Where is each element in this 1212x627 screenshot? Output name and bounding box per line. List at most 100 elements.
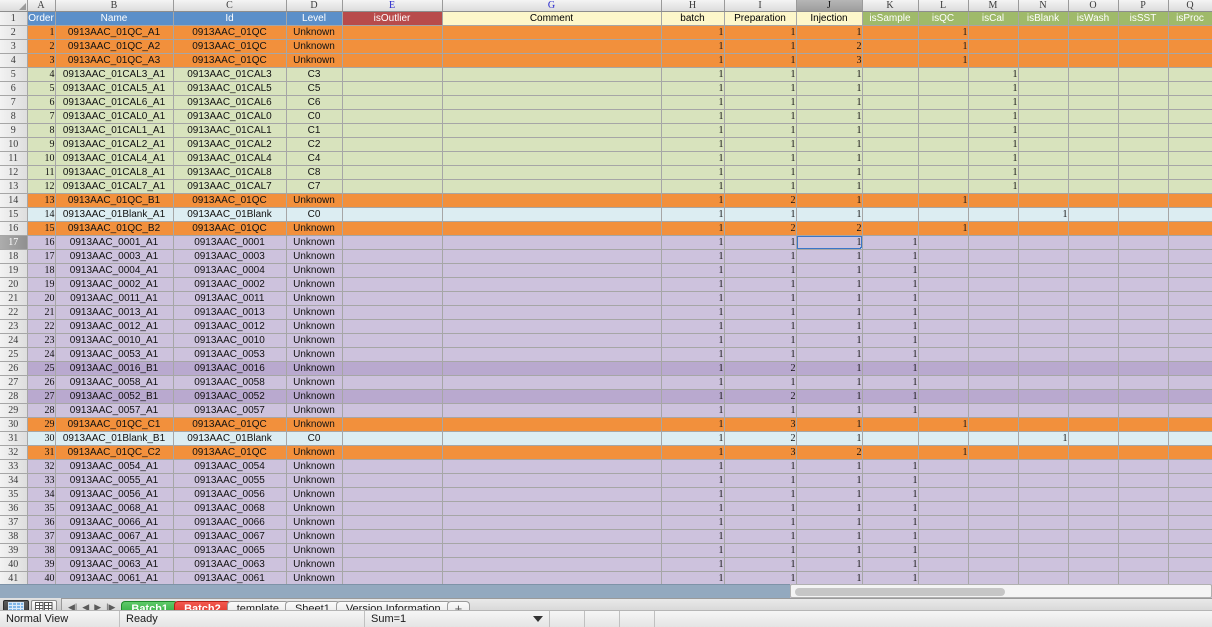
cell-preparation-22[interactable]: 1 (724, 305, 797, 320)
cell-name-14[interactable]: 0913AAC_01QC_B1 (55, 193, 174, 208)
cell-isSST-11[interactable] (1118, 151, 1169, 166)
cell-isQC-36[interactable] (918, 501, 969, 516)
cell-isSST-21[interactable] (1118, 291, 1169, 306)
cell-name-2[interactable]: 0913AAC_01QC_A1 (55, 25, 174, 40)
cell-comment-38[interactable] (442, 529, 662, 544)
cell-isCal-5[interactable]: 1 (968, 67, 1019, 82)
cell-order-34[interactable]: 33 (27, 473, 56, 488)
cell-preparation-3[interactable]: 1 (724, 39, 797, 54)
cell-isSample-35[interactable]: 1 (862, 487, 919, 502)
cell-isOutlier-31[interactable] (342, 431, 443, 446)
cell-comment-12[interactable] (442, 165, 662, 180)
cell-level-3[interactable]: Unknown (286, 39, 343, 54)
column-title-level[interactable]: Level (286, 11, 343, 26)
cell-batch-24[interactable]: 1 (661, 333, 725, 348)
cell-level-34[interactable]: Unknown (286, 473, 343, 488)
cell-batch-37[interactable]: 1 (661, 515, 725, 530)
cell-isQC-3[interactable]: 1 (918, 39, 969, 54)
cell-name-13[interactable]: 0913AAC_01CAL7_A1 (55, 179, 174, 194)
cell-isOutlier-33[interactable] (342, 459, 443, 474)
cell-comment-7[interactable] (442, 95, 662, 110)
cell-isBlank-30[interactable] (1018, 417, 1069, 432)
cell-id-24[interactable]: 0913AAC_0010 (173, 333, 287, 348)
cell-batch-4[interactable]: 1 (661, 53, 725, 68)
cell-isQC-18[interactable] (918, 249, 969, 264)
cell-comment-34[interactable] (442, 473, 662, 488)
cell-isProc-11[interactable] (1168, 151, 1212, 166)
column-title-batch[interactable]: batch (661, 11, 725, 26)
cell-isCal-38[interactable] (968, 529, 1019, 544)
cell-isOutlier-27[interactable] (342, 375, 443, 390)
cell-isSample-2[interactable] (862, 25, 919, 40)
cell-isQC-5[interactable] (918, 67, 969, 82)
cell-order-19[interactable]: 18 (27, 263, 56, 278)
cell-isSample-28[interactable]: 1 (862, 389, 919, 404)
cell-isQC-10[interactable] (918, 137, 969, 152)
row-header-29[interactable]: 29 (0, 403, 28, 418)
cell-batch-14[interactable]: 1 (661, 193, 725, 208)
column-header-c[interactable]: C (173, 0, 287, 12)
cell-batch-3[interactable]: 1 (661, 39, 725, 54)
cell-isOutlier-18[interactable] (342, 249, 443, 264)
cell-level-14[interactable]: Unknown (286, 193, 343, 208)
cell-isCal-11[interactable]: 1 (968, 151, 1019, 166)
cell-isQC-6[interactable] (918, 81, 969, 96)
cell-isOutlier-10[interactable] (342, 137, 443, 152)
cell-level-21[interactable]: Unknown (286, 291, 343, 306)
cell-batch-21[interactable]: 1 (661, 291, 725, 306)
cell-isQC-8[interactable] (918, 109, 969, 124)
cell-order-39[interactable]: 38 (27, 543, 56, 558)
cell-isBlank-12[interactable] (1018, 165, 1069, 180)
cell-isCal-28[interactable] (968, 389, 1019, 404)
cell-isProc-18[interactable] (1168, 249, 1212, 264)
cell-order-11[interactable]: 10 (27, 151, 56, 166)
cell-isWash-30[interactable] (1068, 417, 1119, 432)
row-header-17[interactable]: 17 (0, 235, 28, 250)
cell-isSample-5[interactable] (862, 67, 919, 82)
cell-isProc-13[interactable] (1168, 179, 1212, 194)
cell-batch-7[interactable]: 1 (661, 95, 725, 110)
cell-id-16[interactable]: 0913AAC_01QC (173, 221, 287, 236)
cell-comment-16[interactable] (442, 221, 662, 236)
row-header-19[interactable]: 19 (0, 263, 28, 278)
cell-isQC-40[interactable] (918, 557, 969, 572)
cell-isSample-22[interactable]: 1 (862, 305, 919, 320)
cell-preparation-4[interactable]: 1 (724, 53, 797, 68)
cell-isOutlier-40[interactable] (342, 557, 443, 572)
cell-injection-30[interactable]: 1 (796, 417, 863, 432)
cell-preparation-21[interactable]: 1 (724, 291, 797, 306)
cell-name-10[interactable]: 0913AAC_01CAL2_A1 (55, 137, 174, 152)
cell-preparation-6[interactable]: 1 (724, 81, 797, 96)
cell-batch-19[interactable]: 1 (661, 263, 725, 278)
cell-isWash-40[interactable] (1068, 557, 1119, 572)
cell-isBlank-39[interactable] (1018, 543, 1069, 558)
cell-isSST-7[interactable] (1118, 95, 1169, 110)
cell-batch-33[interactable]: 1 (661, 459, 725, 474)
cell-batch-29[interactable]: 1 (661, 403, 725, 418)
cell-id-30[interactable]: 0913AAC_01QC (173, 417, 287, 432)
cell-comment-27[interactable] (442, 375, 662, 390)
cell-name-3[interactable]: 0913AAC_01QC_A2 (55, 39, 174, 54)
cell-comment-18[interactable] (442, 249, 662, 264)
cell-comment-19[interactable] (442, 263, 662, 278)
cell-comment-3[interactable] (442, 39, 662, 54)
cell-id-26[interactable]: 0913AAC_0016 (173, 361, 287, 376)
cell-isBlank-33[interactable] (1018, 459, 1069, 474)
cell-preparation-36[interactable]: 1 (724, 501, 797, 516)
cell-id-8[interactable]: 0913AAC_01CAL0 (173, 109, 287, 124)
row-header-16[interactable]: 16 (0, 221, 28, 236)
cell-order-35[interactable]: 34 (27, 487, 56, 502)
cell-isOutlier-16[interactable] (342, 221, 443, 236)
cell-id-38[interactable]: 0913AAC_0067 (173, 529, 287, 544)
cell-order-8[interactable]: 7 (27, 109, 56, 124)
cell-id-17[interactable]: 0913AAC_0001 (173, 235, 287, 250)
cell-comment-36[interactable] (442, 501, 662, 516)
cell-isWash-27[interactable] (1068, 375, 1119, 390)
cell-level-31[interactable]: C0 (286, 431, 343, 446)
cell-isQC-11[interactable] (918, 151, 969, 166)
cell-id-15[interactable]: 0913AAC_01Blank (173, 207, 287, 222)
cell-id-32[interactable]: 0913AAC_01QC (173, 445, 287, 460)
cell-isCal-18[interactable] (968, 249, 1019, 264)
cell-name-18[interactable]: 0913AAC_0003_A1 (55, 249, 174, 264)
cell-preparation-18[interactable]: 1 (724, 249, 797, 264)
